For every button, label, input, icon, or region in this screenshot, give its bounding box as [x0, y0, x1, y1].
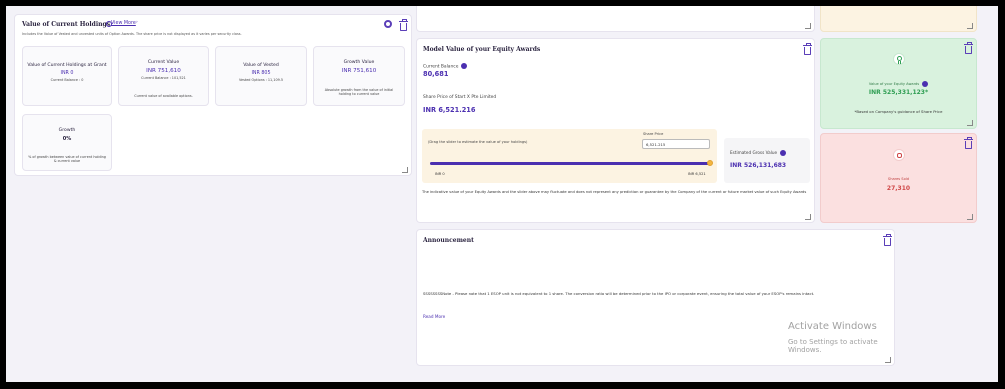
info-icon[interactable] — [922, 81, 929, 87]
card-sub: Vested Options : 11,109.5 — [238, 78, 284, 82]
holdings-title: Value of Current Holdings — [22, 21, 111, 28]
hand-coin-icon — [893, 149, 905, 161]
settings-gear-icon[interactable] — [384, 20, 392, 28]
read-more-link[interactable]: Read More — [423, 314, 445, 319]
card-title: Growth — [58, 128, 76, 133]
holdings-description: Includes the Value of Vested and unveste… — [22, 32, 242, 36]
activate-windows-subtitle: Go to Settings to activate Windows. — [788, 338, 878, 354]
share-price-label: Share Price of Start X Pte Limited — [423, 95, 497, 100]
shares-sold-label: Shares Sold — [887, 177, 910, 181]
dashboard-screen: Value of Current Holdings View More › In… — [6, 6, 998, 382]
card-title: Growth Value — [343, 60, 375, 65]
activate-windows-title: Activate Windows — [788, 321, 877, 332]
shares-sold-value: 27,310 — [886, 185, 911, 192]
model-title: Model Value of your Equity Awards — [423, 46, 541, 53]
shares-sold-card: Shares Sold 27,310 — [820, 133, 977, 223]
resize-handle[interactable] — [805, 23, 811, 29]
delete-trash-icon[interactable] — [399, 19, 408, 31]
card-value: INR 0 — [60, 71, 74, 76]
card-title: Value of Current Holdings at Grant — [27, 63, 107, 68]
share-price-value: INR 6,521.216 — [423, 106, 476, 114]
resize-handle[interactable] — [402, 167, 408, 173]
resize-handle[interactable] — [967, 214, 973, 220]
delete-trash-icon[interactable] — [883, 234, 892, 246]
card-sub: Current Balance : 101,521 — [141, 76, 186, 80]
resize-handle[interactable] — [805, 214, 811, 220]
card-title: Current Value — [147, 60, 180, 65]
slider-fill — [430, 162, 710, 165]
growth-card: Growth 0% % of growth between value of c… — [22, 114, 112, 171]
equity-value-label: Value of your Equity Awards — [821, 81, 976, 87]
share-price-input[interactable]: 6,521.215 — [642, 139, 710, 149]
card-note: Absolute growth from the value of initia… — [324, 88, 394, 96]
slider-min-label: INR 0 — [435, 172, 445, 176]
info-icon[interactable] — [780, 150, 787, 156]
share-price-input-label: Share Price — [643, 132, 664, 136]
delete-trash-icon[interactable] — [964, 42, 973, 54]
resize-handle[interactable] — [967, 120, 973, 126]
growth-value-card: Growth Value INR 751,610 Absolute growth… — [313, 46, 405, 106]
gross-value-box: Estimated Gross Value INR 526,131,683 — [724, 138, 810, 183]
gross-value: INR 526,131,683 — [730, 162, 787, 169]
award-badge-icon — [893, 53, 905, 65]
current-value-card: Current Value INR 751,610 Current Balanc… — [118, 46, 209, 106]
equity-value-card: Value of your Equity Awards INR 525,331,… — [820, 38, 977, 129]
delete-trash-icon[interactable] — [803, 43, 812, 55]
top-right-card-fragment — [820, 6, 977, 32]
slider-hint: (Drag the slider to estimate the value o… — [428, 140, 528, 144]
model-value-card: Model Value of your Equity Awards Curren… — [416, 38, 815, 223]
current-balance-label: Current Balance — [423, 63, 468, 70]
announcement-title: Announcement — [423, 237, 474, 244]
equity-value: INR 525,331,123* — [868, 89, 929, 96]
model-disclaimer: The indicative value of your Equity Awar… — [422, 190, 807, 194]
info-icon[interactable] — [461, 63, 468, 69]
slider-track[interactable] — [430, 160, 713, 166]
resize-handle[interactable] — [885, 357, 891, 363]
card-title: Value of Vested — [243, 63, 279, 68]
resize-handle[interactable] — [967, 23, 973, 29]
card-value: 0% — [62, 136, 72, 142]
card-note: % of growth between value of current hol… — [28, 155, 106, 163]
holdings-card: Value of Current Holdings View More › In… — [14, 14, 412, 176]
card-value: INR 751,610 — [146, 68, 181, 74]
card-note: Current value of available options. — [134, 94, 193, 98]
card-sub: Current Balance : 0 — [50, 78, 84, 82]
announcement-card: Announcement SSSSSSSSNote - Please note … — [416, 229, 895, 366]
announcement-text: SSSSSSSSNote - Please note that 1 ESOP u… — [423, 291, 815, 296]
view-more-arrow-icon: › — [136, 20, 138, 25]
current-balance-value: 80,681 — [423, 70, 449, 78]
gross-value-label: Estimated Gross Value — [730, 150, 787, 156]
slider-panel: (Drag the slider to estimate the value o… — [422, 129, 717, 183]
slider-thumb[interactable] — [707, 160, 713, 166]
holdings-at-grant-card: Value of Current Holdings at Grant INR 0… — [22, 46, 112, 106]
delete-trash-icon[interactable] — [964, 137, 973, 149]
value-of-vested-card: Value of Vested INR 805 Vested Options :… — [215, 46, 307, 106]
card-value: INR 751,610 — [341, 68, 377, 74]
slider-max-label: INR 6,521 — [688, 172, 706, 176]
top-card-fragment — [416, 6, 815, 32]
equity-value-footnote: *Based on Company's guidance of Share Pr… — [854, 109, 943, 114]
view-more-link[interactable]: View More — [111, 21, 136, 26]
card-value: INR 805 — [251, 71, 271, 76]
